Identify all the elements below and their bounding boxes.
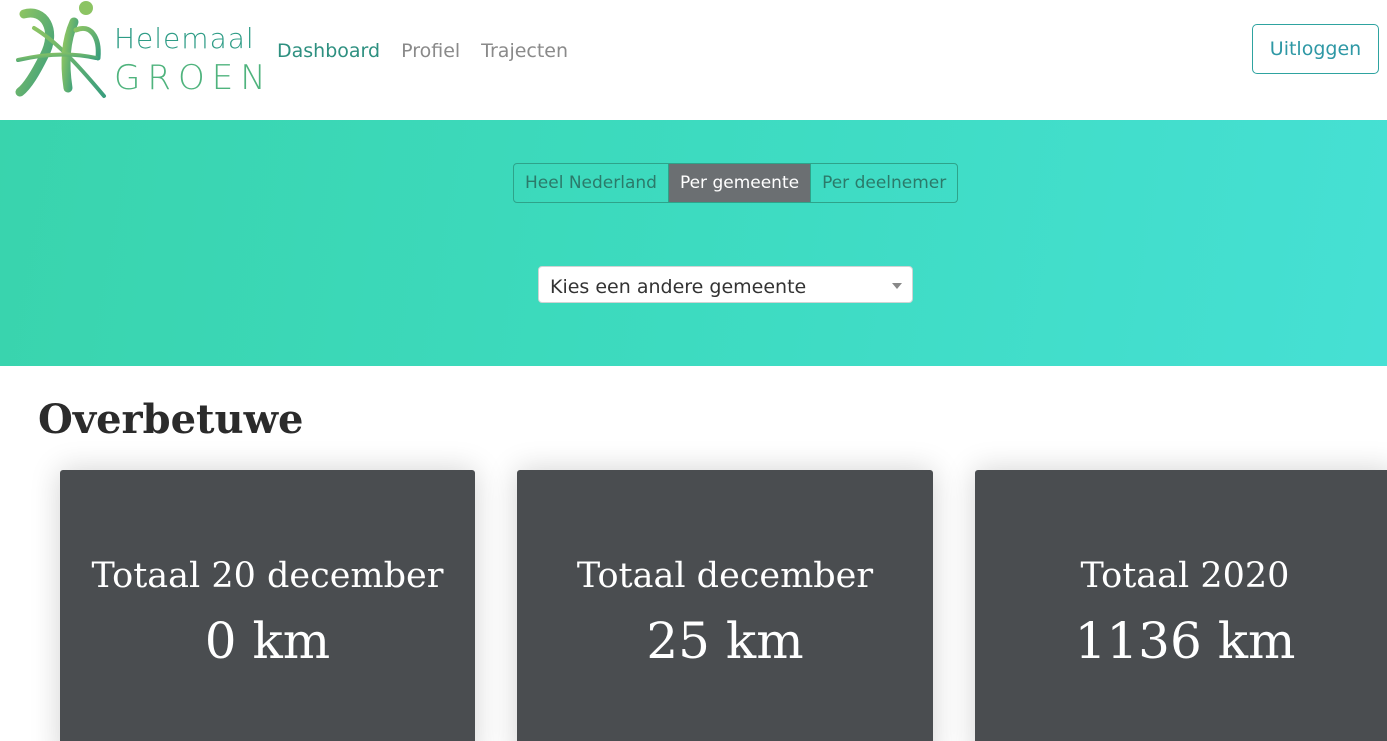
caret-down-icon [892, 283, 902, 289]
stat-card-value: 0 km [204, 612, 331, 670]
stat-card-value: 25 km [646, 612, 804, 670]
page-title: Overbetuwe [38, 396, 304, 443]
filter-banner: Heel Nederland Per gemeente Per deelneme… [0, 120, 1387, 366]
municipality-select-value: Kies een andere gemeente [550, 276, 807, 298]
stat-card-year: Totaal 2020 1136 km [975, 470, 1387, 741]
nav-link-profiel[interactable]: Profiel [401, 38, 460, 64]
top-navbar: Helemaal GROEN Dashboard Profiel Traject… [0, 0, 1387, 120]
stat-card-label: Totaal december [576, 556, 874, 596]
stat-card-label: Totaal 20 december [91, 556, 444, 596]
main-nav: Dashboard Profiel Trajecten [277, 38, 568, 64]
stat-card-label: Totaal 2020 [1080, 556, 1290, 596]
scope-segmented-control: Heel Nederland Per gemeente Per deelneme… [513, 163, 959, 203]
brand-logo[interactable]: Helemaal GROEN [14, 0, 266, 104]
stat-card-value: 1136 km [1074, 612, 1296, 670]
stat-card-month: Totaal december 25 km [517, 470, 933, 741]
figures-logo-icon [15, 1, 106, 98]
stat-card-day: Totaal 20 december 0 km [60, 470, 475, 741]
logout-button[interactable]: Uitloggen [1252, 24, 1379, 74]
nav-link-dashboard[interactable]: Dashboard [277, 38, 380, 64]
municipality-select[interactable]: Kies een andere gemeente [538, 266, 913, 303]
tab-heel-nederland[interactable]: Heel Nederland [514, 164, 669, 202]
nav-link-trajecten[interactable]: Trajecten [481, 38, 568, 64]
tab-per-deelnemer[interactable]: Per deelnemer [811, 164, 957, 202]
tab-per-gemeente[interactable]: Per gemeente [668, 164, 812, 202]
brand-name-top: Helemaal [114, 22, 255, 55]
brand-name-bottom: GROEN [114, 58, 273, 98]
